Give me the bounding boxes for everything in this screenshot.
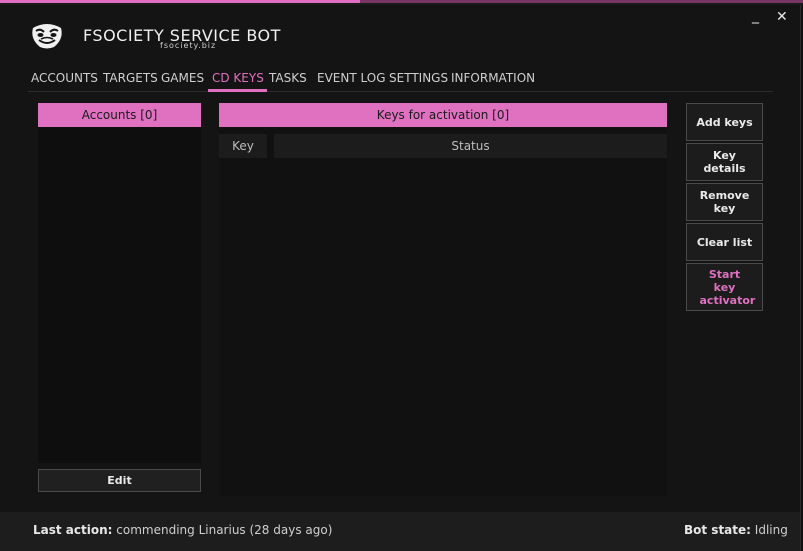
clear-list-label: Clear list bbox=[696, 235, 753, 249]
tab-games[interactable]: GAMES bbox=[161, 71, 204, 85]
bot-state-status: Bot state: Idling bbox=[684, 523, 788, 537]
clear-list-button[interactable]: Clear list bbox=[686, 223, 763, 261]
key-details-label: Key details bbox=[703, 149, 746, 175]
keys-list[interactable] bbox=[219, 103, 667, 496]
column-header-key[interactable]: Key bbox=[219, 134, 267, 158]
accounts-list[interactable] bbox=[38, 103, 201, 463]
add-keys-label: Add keys bbox=[696, 115, 753, 129]
tab-accounts[interactable]: ACCOUNTS bbox=[31, 71, 98, 85]
start-key-activator-button[interactable]: Start key activator bbox=[686, 263, 763, 311]
active-tab-indicator bbox=[208, 89, 267, 92]
accent-strip-left bbox=[0, 0, 360, 3]
column-header-status[interactable]: Status bbox=[274, 134, 667, 158]
fsociety-mask-icon bbox=[30, 22, 64, 50]
tab-divider bbox=[28, 91, 773, 92]
keys-header: Keys for activation [0] bbox=[219, 103, 667, 127]
start-key-activator-label: Start key activator bbox=[699, 267, 756, 307]
close-button[interactable]: ✕ bbox=[776, 10, 788, 24]
minimize-button[interactable]: _ bbox=[752, 9, 759, 23]
last-action-value: commending Linarius (28 days ago) bbox=[116, 523, 333, 537]
bot-state-value: Idling bbox=[754, 523, 788, 537]
accent-strip-right bbox=[360, 0, 803, 3]
tab-settings[interactable]: SETTINGS bbox=[389, 71, 448, 85]
tab-event-log[interactable]: EVENT LOG bbox=[317, 71, 386, 85]
tab-cd-keys[interactable]: CD KEYS bbox=[212, 71, 264, 85]
add-keys-button[interactable]: Add keys bbox=[686, 103, 763, 141]
edit-button[interactable]: Edit bbox=[38, 469, 201, 492]
tab-targets[interactable]: TARGETS bbox=[103, 71, 158, 85]
app-subtitle: fsociety.biz bbox=[160, 41, 217, 50]
key-details-button[interactable]: Key details bbox=[686, 143, 763, 181]
last-action-status: Last action: commending Linarius (28 day… bbox=[33, 523, 332, 537]
bot-state-label: Bot state: bbox=[684, 523, 751, 537]
accounts-header: Accounts [0] bbox=[38, 103, 201, 127]
last-action-label: Last action: bbox=[33, 523, 113, 537]
tab-tasks[interactable]: TASKS bbox=[269, 71, 307, 85]
remove-key-button[interactable]: Remove key bbox=[686, 183, 763, 221]
tab-information[interactable]: INFORMATION bbox=[451, 71, 535, 85]
remove-key-label: Remove key bbox=[699, 189, 750, 215]
